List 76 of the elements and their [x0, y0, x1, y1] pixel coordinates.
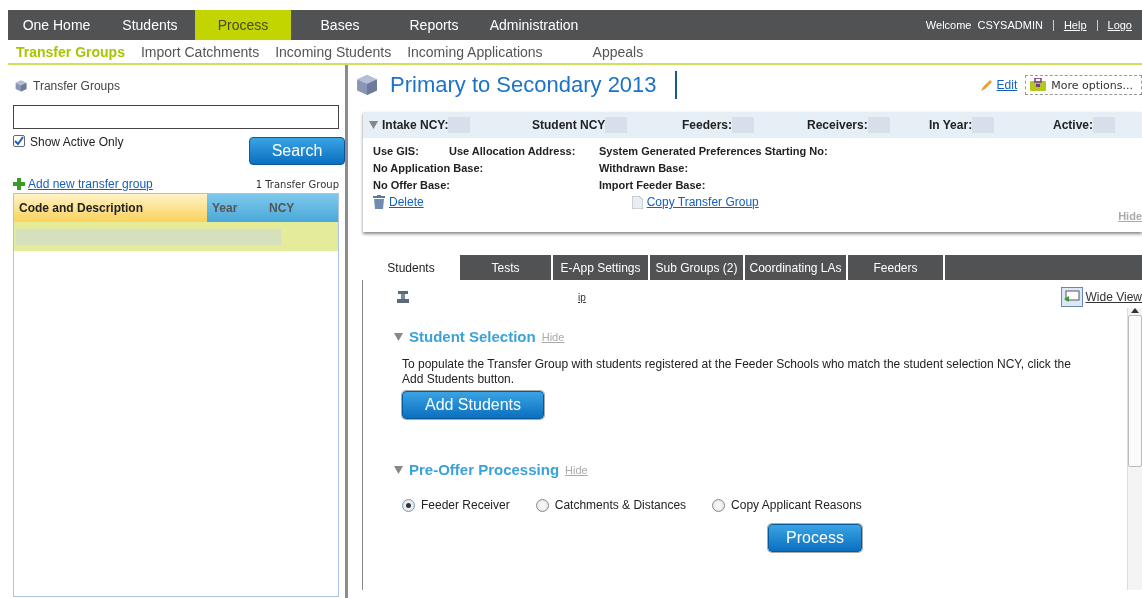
- subnav-link[interactable]: Appeals: [584, 43, 652, 60]
- stamp-icon: [397, 291, 409, 303]
- group-count: 1 Transfer Group: [255, 178, 339, 190]
- search-button[interactable]: Search: [249, 137, 345, 165]
- radio-button[interactable]: [402, 498, 415, 512]
- edit-link[interactable]: Edit: [996, 78, 1018, 92]
- header-link[interactable]: Logo: [1097, 19, 1142, 31]
- nav-tab[interactable]: Administration: [479, 10, 589, 40]
- panel-title: Transfer Groups: [33, 79, 120, 93]
- section-title: Pre-Offer Processing: [409, 461, 560, 478]
- field-label: No Offer Base:: [373, 178, 452, 191]
- instruction-text: To populate the Transfer Group with students registered at the Feeder Schools who match the student selection NCY, click the Add Students button.: [402, 357, 1072, 387]
- checkbox[interactable]: [13, 135, 25, 147]
- nav-tab[interactable]: Bases: [291, 10, 389, 40]
- tab[interactable]: Feeders: [848, 255, 945, 280]
- field-label: System Generated Preferences Starting No:: [599, 144, 828, 157]
- radio-button[interactable]: [535, 498, 549, 512]
- triangle-icon: [394, 465, 403, 474]
- toolbar-link[interactable]: ip: [578, 291, 586, 303]
- subnav-link[interactable]: Incoming Students: [267, 43, 400, 60]
- check-icon: [14, 136, 24, 146]
- radio-label: Feeder Receiver: [421, 498, 510, 512]
- tab[interactable]: Tests: [460, 255, 553, 280]
- field-label: No Application Base:: [373, 161, 485, 174]
- subnav-link[interactable]: Import Catchments: [132, 43, 268, 60]
- trash-icon: [373, 195, 385, 209]
- subnav-link[interactable]: Incoming Applications: [399, 43, 551, 60]
- field-label: Student NCY: [532, 118, 606, 132]
- column-header[interactable]: Code and Description: [14, 194, 207, 222]
- scroll-up-icon: [1131, 308, 1139, 313]
- add-group-link[interactable]: Add new transfer group: [28, 177, 153, 191]
- field-label: In Year:: [929, 118, 973, 132]
- copy-group-link[interactable]: Copy Transfer Group: [646, 195, 759, 209]
- text-cursor: [674, 71, 677, 99]
- field-label: Withdrawn Base:: [599, 161, 689, 174]
- tab[interactable]: Coordinating LAs: [745, 255, 848, 280]
- welcome-text: Welcome: [925, 19, 972, 31]
- field-label: Import Feeder Base:: [599, 178, 706, 191]
- document-icon: [631, 195, 643, 209]
- field-label: Active:: [1053, 118, 1093, 132]
- cube-icon: [356, 74, 378, 96]
- checkbox-label: Show Active Only: [30, 135, 124, 149]
- more-options-button[interactable]: More options...: [1025, 75, 1142, 95]
- field-label: Feeders:: [682, 118, 733, 132]
- pencil-icon: [979, 78, 993, 92]
- scrollbar[interactable]: [1127, 308, 1142, 590]
- field-label: Use Allocation Address:: [449, 144, 577, 157]
- radio-label: Copy Applicant Reasons: [731, 498, 862, 512]
- wide-view-link[interactable]: Wide View: [1085, 290, 1142, 304]
- nav-tab[interactable]: Reports: [389, 10, 479, 40]
- add-students-button[interactable]: Add Students: [402, 391, 544, 419]
- user-name: CSYSADMIN: [976, 19, 1044, 31]
- process-button[interactable]: Process: [768, 524, 862, 552]
- delete-link[interactable]: Delete: [389, 195, 424, 209]
- nav-tab[interactable]: Process: [195, 10, 291, 40]
- field-label: Receivers:: [807, 118, 868, 132]
- header-link[interactable]: Help: [1053, 19, 1097, 31]
- plus-icon: [13, 178, 25, 190]
- search-field[interactable]: [13, 105, 339, 129]
- cube-icon: [15, 80, 27, 92]
- tab[interactable]: Sub Groups (2): [650, 255, 745, 280]
- triangle-icon: [394, 332, 403, 341]
- tab[interactable]: Students: [362, 255, 460, 280]
- page-title: Primary to Secondary 2013: [390, 72, 657, 98]
- nav-tab[interactable]: Students: [105, 10, 195, 40]
- tab[interactable]: E-App Settings: [553, 255, 650, 280]
- radio-label: Catchments & Distances: [554, 498, 687, 512]
- briefcase-icon: [1029, 78, 1048, 92]
- triangle-icon: [369, 121, 378, 129]
- section-title: Student Selection: [409, 328, 536, 345]
- nav-tab[interactable]: One Home: [8, 10, 105, 40]
- field-label: Use GIS:: [373, 144, 420, 157]
- field-label: Intake NCY:: [382, 118, 449, 132]
- wide-view-icon: [1060, 287, 1083, 307]
- scroll-thumb[interactable]: [1128, 315, 1142, 467]
- radio-button[interactable]: [712, 498, 726, 512]
